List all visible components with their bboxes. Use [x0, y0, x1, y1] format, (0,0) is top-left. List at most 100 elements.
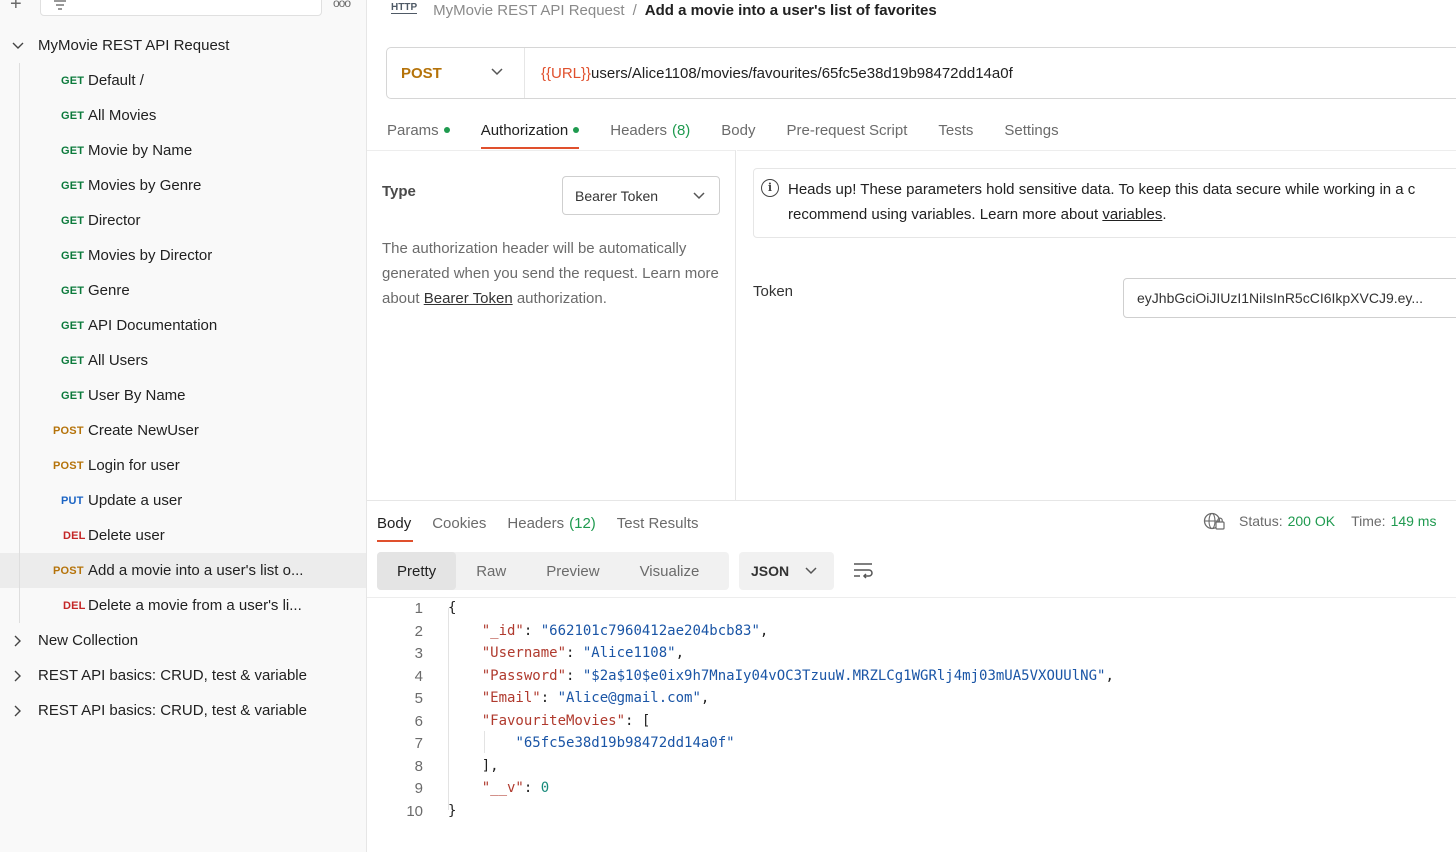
json-key: "Password"	[481, 667, 567, 684]
new-icon[interactable]: +	[10, 0, 22, 14]
method-badge: GET	[61, 144, 85, 157]
method-badge: POST	[53, 564, 84, 577]
line-number: 2	[414, 622, 423, 640]
url-bar: POST {{URL}} users/Alice1108/movies/favou…	[386, 47, 1456, 99]
url-variable: {{URL}}	[541, 64, 592, 82]
tab-label: Body	[721, 121, 756, 139]
network-globe-icon[interactable]	[1203, 512, 1225, 530]
more-options-icon[interactable]: ooo	[333, 0, 351, 10]
request-item[interactable]: GET Genre	[0, 273, 366, 308]
language-select[interactable]: JSON	[739, 552, 834, 590]
request-item[interactable]: DEL Delete a movie from a user's li...	[0, 588, 366, 623]
tab-authorization[interactable]: Authorization	[480, 110, 580, 150]
sidebar: + ooo MyMovie REST API Request GET Default…	[0, 0, 367, 852]
chevron-right-icon[interactable]	[12, 635, 24, 647]
request-item[interactable]: GET All Movies	[0, 98, 366, 133]
tab-pre-request-script[interactable]: Pre-request Script	[787, 110, 908, 150]
request-item[interactable]: GET Movies by Director	[0, 238, 366, 273]
request-item[interactable]: POST Create NewUser	[0, 413, 366, 448]
collection-label: REST API basics: CRUD, test & variable	[38, 667, 307, 684]
auth-desc-tail: authorization.	[512, 290, 607, 307]
breadcrumb: HTTP MyMovie REST API Request / Add a mo…	[391, 0, 937, 20]
request-item[interactable]: GET Director	[0, 203, 366, 238]
chevron-right-icon[interactable]	[12, 705, 24, 717]
info-icon: i	[761, 179, 779, 197]
request-label: Delete user	[88, 527, 165, 544]
tab-label: Cookies	[432, 514, 487, 532]
request-title[interactable]: Add a movie into a user's list of favori…	[645, 2, 937, 19]
response-body-editor[interactable]: 1{2 "_id": "662101c7960412ae204bcb83", 3 …	[367, 597, 1456, 852]
method-badge: GET	[61, 109, 85, 122]
collection-label: New Collection	[38, 632, 139, 649]
json-value: "Alice@gmail.com"	[557, 690, 701, 706]
request-item[interactable]: GET Default /	[0, 63, 366, 98]
code-punct: ,	[675, 645, 685, 661]
request-label: Add a movie into a user's list o...	[88, 562, 304, 579]
json-number: 0	[540, 780, 550, 796]
notice-text: Heads up! These parameters hold sensitiv…	[788, 177, 1456, 227]
method-badge: GET	[61, 319, 85, 332]
collection-item[interactable]: REST API basics: CRUD, test & variable	[0, 693, 366, 728]
notice-line-1: Heads up! These parameters hold sensitiv…	[788, 181, 1416, 198]
token-input[interactable]: eyJhbGciOiJIUzI1NiIsInR5cCI6IkpXVCJ9.ey.…	[1123, 278, 1456, 318]
format-raw-button[interactable]: Raw	[456, 552, 526, 590]
collection-item[interactable]: MyMovie REST API Request	[0, 28, 366, 63]
filter-field[interactable]	[40, 0, 322, 16]
url-input[interactable]: {{URL}} users/Alice1108/movies/favourites…	[541, 48, 1013, 98]
request-item[interactable]: GET Movies by Genre	[0, 168, 366, 203]
chevron-down-icon[interactable]	[12, 40, 24, 52]
time-value[interactable]: 149 ms	[1391, 513, 1437, 529]
json-value: "65fc5e38d19b98472dd14a0f"	[515, 735, 735, 751]
line-number: 6	[414, 712, 423, 730]
line-number: 3	[414, 645, 423, 662]
request-item[interactable]: GET API Documentation	[0, 308, 366, 343]
response-tab-test-results[interactable]: Test Results	[617, 503, 699, 543]
request-item[interactable]: POST Add a movie into a user's list o...	[0, 553, 366, 588]
method-badge: DEL	[63, 599, 86, 612]
format-preview-button[interactable]: Preview	[526, 552, 619, 590]
wrap-lines-icon[interactable]	[851, 561, 875, 581]
bearer-token-link[interactable]: Bearer Token	[424, 290, 513, 307]
request-label: Default /	[88, 72, 144, 89]
request-item[interactable]: GET User By Name	[0, 378, 366, 413]
request-item[interactable]: PUT Update a user	[0, 483, 366, 518]
chevron-right-icon[interactable]	[12, 670, 24, 682]
request-item[interactable]: POST Login for user	[0, 448, 366, 483]
json-key: "Email"	[481, 690, 541, 706]
tab-label: Authorization	[480, 121, 569, 139]
tab-params[interactable]: Params	[387, 110, 450, 150]
method-badge: DEL	[63, 529, 86, 542]
response-panel: Body Cookies Headers (12) Test Results Statu…	[367, 500, 1456, 852]
response-tab-cookies[interactable]: Cookies	[432, 503, 486, 543]
method-select[interactable]: POST	[387, 48, 525, 98]
tab-body[interactable]: Body	[721, 110, 755, 150]
request-label: All Users	[88, 352, 149, 369]
tab-settings[interactable]: Settings	[1004, 110, 1058, 150]
tab-headers[interactable]: Headers (8)	[610, 110, 690, 150]
sidebar-toolbar: + ooo	[0, 0, 367, 18]
response-tab-headers[interactable]: Headers (12)	[507, 503, 595, 543]
collection-item[interactable]: New Collection	[0, 623, 366, 658]
code-punct: }	[448, 802, 457, 819]
request-item[interactable]: GET Movie by Name	[0, 133, 366, 168]
request-item[interactable]: GET All Users	[0, 343, 366, 378]
tab-label: Tests	[938, 121, 974, 139]
status-value[interactable]: 200 OK	[1288, 513, 1335, 529]
auth-type-select[interactable]: Bearer Token	[562, 176, 720, 215]
request-item[interactable]: DEL Delete user	[0, 518, 366, 553]
format-pretty-button[interactable]: Pretty	[377, 552, 457, 590]
method-badge: POST	[53, 459, 84, 472]
code-line: 9 "__v": 0	[367, 780, 1456, 802]
method-badge: GET	[61, 389, 85, 402]
collection-item[interactable]: REST API basics: CRUD, test & variable	[0, 658, 366, 693]
line-number: 1	[414, 600, 423, 617]
tab-label: Body	[377, 514, 412, 532]
code-line: 3 "Username": "Alice1108",	[367, 645, 1456, 667]
tab-tests[interactable]: Tests	[938, 110, 973, 150]
breadcrumb-parent[interactable]: MyMovie REST API Request	[433, 2, 624, 19]
response-tab-body[interactable]: Body	[377, 503, 414, 543]
code-source: "_id": "662101c7960412ae204bcb83",	[481, 622, 769, 639]
format-visualize-button[interactable]: Visualize	[620, 552, 720, 590]
variables-link[interactable]: variables	[1102, 206, 1162, 223]
status-label: Status:	[1239, 513, 1283, 529]
